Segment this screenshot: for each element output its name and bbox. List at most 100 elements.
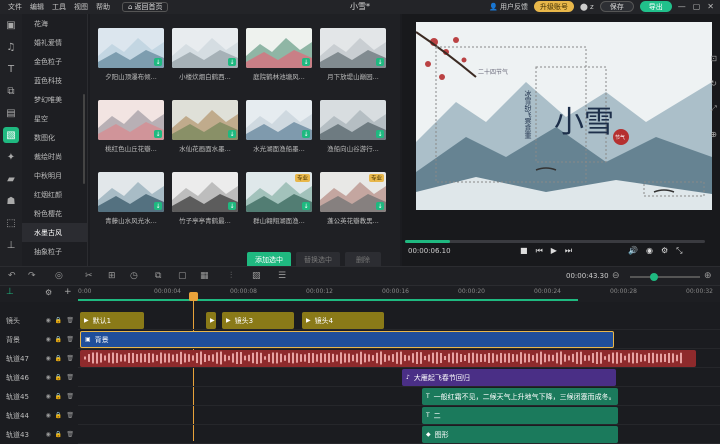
track-lane[interactable]: ♪ 大雁起飞春节回归 [78, 368, 720, 387]
track-lane[interactable]: ◆ 图形 [78, 425, 720, 444]
prev-frame-icon[interactable]: ⏮ [536, 246, 543, 256]
timeline-clip[interactable] [80, 350, 696, 367]
track-header[interactable]: 镜头 ◉ 🔒 🗑 [0, 311, 78, 330]
track-lane[interactable]: T二 [78, 406, 720, 425]
export-panel-icon[interactable]: ⊥ [0, 234, 22, 256]
layer-icon[interactable]: ☰ [278, 271, 286, 281]
export-button[interactable]: 导出 [639, 1, 672, 12]
template-thumbnail[interactable]: ↓ [172, 172, 238, 212]
download-icon[interactable]: ↓ [302, 130, 310, 138]
template-thumbnail[interactable]: ↓ [98, 28, 164, 68]
split-icon[interactable]: ◎ [55, 271, 63, 281]
track-header[interactable]: 轨道44 ◉ 🔒 🗑 [0, 406, 78, 425]
add-track-icon[interactable]: + [64, 287, 72, 297]
timeline-clip[interactable]: ▶ 默认1 [80, 312, 144, 329]
menu-help[interactable]: 帮助 [96, 2, 110, 12]
rotate-icon[interactable]: ↻ [710, 79, 717, 88]
save-button[interactable]: 保存 [599, 1, 634, 12]
category-item[interactable]: 粉色樱花 [22, 204, 87, 223]
playback-progress[interactable] [405, 240, 705, 243]
mosaic-icon[interactable]: ▦ [200, 271, 209, 281]
upgrade-button[interactable]: 升级账号 [533, 1, 574, 12]
download-icon[interactable]: ↓ [154, 130, 162, 138]
crop-tool-icon[interactable]: ⊞ [108, 271, 116, 281]
volume-icon[interactable]: 🔊 [628, 246, 638, 256]
trash-icon[interactable]: 🗑 [66, 374, 74, 381]
track-header[interactable]: 背景 ◉ 🔒 🗑 [0, 330, 78, 349]
track-header[interactable]: 轨道46 ◉ 🔒 🗑 [0, 368, 78, 387]
stop-icon[interactable]: ■ [520, 246, 528, 256]
template-thumbnail[interactable]: ↓ [172, 28, 238, 68]
zoom-slider-knob[interactable] [650, 273, 658, 281]
trash-icon[interactable]: 🗑 [66, 431, 74, 438]
category-item[interactable]: 抽象粒子 [22, 242, 87, 261]
trash-icon[interactable]: 🗑 [66, 317, 74, 324]
track-header[interactable]: 轨道47 ◉ 🔒 🗑 [0, 349, 78, 368]
speed-icon[interactable]: ◷ [130, 271, 138, 281]
timeline-clip[interactable]: ▶紫 [206, 312, 216, 329]
download-icon[interactable]: ↓ [154, 202, 162, 210]
download-icon[interactable]: ↓ [154, 58, 162, 66]
template-thumbnail[interactable]: ↓ 专业 [320, 172, 386, 212]
timeline-clip[interactable]: ▣ 背景 [80, 331, 614, 348]
character-icon[interactable]: ☗ [0, 190, 22, 212]
download-icon[interactable]: ↓ [228, 130, 236, 138]
timeline-clip[interactable]: T二 [422, 407, 618, 424]
expand-icon[interactable]: ⤡ [676, 246, 682, 256]
track-header[interactable]: 轨道43 ◉ 🔒 🗑 [0, 425, 78, 444]
trash-icon[interactable]: 🗑 [66, 336, 74, 343]
lock-icon[interactable]: 🔒 [55, 374, 62, 381]
home-button[interactable]: ⌂ 返回首页 [122, 2, 169, 12]
settings-icon[interactable]: ⚙ [661, 246, 668, 256]
category-item[interactable]: 红烟红颜 [22, 185, 87, 204]
track-lane[interactable]: T 一般红霜不见，二候天气上升地气下降，三候闭塞而成冬。 [78, 387, 720, 406]
filter-icon[interactable]: ⬚ [0, 212, 22, 234]
timeline-clip[interactable]: T 一般红霜不见，二候天气上升地气下降，三候闭塞而成冬。 [422, 388, 618, 405]
timeline-clip[interactable]: ▶ 镜头3 [222, 312, 294, 329]
track-lane[interactable]: ▣ 背景 [78, 330, 720, 349]
category-item[interactable]: 梦幻唯美 [22, 90, 87, 109]
undo-icon[interactable]: ↶ [8, 271, 16, 281]
trash-icon[interactable]: 🗑 [66, 393, 74, 400]
avatar[interactable]: ⬤ z [580, 3, 594, 11]
download-icon[interactable]: ↓ [302, 58, 310, 66]
lock-icon[interactable]: 🔒 [55, 317, 62, 324]
template-thumbnail[interactable]: ↓ [98, 172, 164, 212]
category-item[interactable]: 花海 [22, 14, 87, 33]
template-thumbnail[interactable]: ↓ [320, 28, 386, 68]
delete-icon[interactable]: ▢ [178, 271, 187, 281]
preview-canvas[interactable]: 小雪 冰雪纷飞寒意重 节气 二十四节气 [416, 22, 712, 210]
download-icon[interactable]: ↓ [228, 202, 236, 210]
menu-tools[interactable]: 工具 [52, 2, 66, 12]
minimize-icon[interactable]: — [678, 2, 686, 11]
freeze-icon[interactable]: ▨ [252, 271, 261, 281]
fullscreen-icon[interactable]: ⤢ [710, 104, 717, 114]
lock-icon[interactable]: 🔒 [55, 393, 62, 400]
text-icon[interactable]: T [0, 58, 22, 80]
visibility-icon[interactable]: ◉ [46, 393, 51, 400]
download-icon[interactable]: ↓ [228, 58, 236, 66]
visibility-icon[interactable]: ◉ [46, 431, 51, 438]
template-thumbnail[interactable]: ↓ [246, 100, 312, 140]
zoom-in-icon[interactable]: ⊕ [704, 271, 712, 281]
visibility-icon[interactable]: ◉ [46, 374, 51, 381]
download-icon[interactable]: ↓ [376, 58, 384, 66]
play-icon[interactable]: ▶ [551, 246, 557, 256]
trash-icon[interactable]: 🗑 [66, 355, 74, 362]
visibility-icon[interactable]: ◉ [46, 317, 51, 324]
visibility-icon[interactable]: ◉ [46, 355, 51, 362]
category-item[interactable]: 星空 [22, 109, 87, 128]
template-thumbnail[interactable]: ↓ [320, 100, 386, 140]
zoom-icon[interactable]: ⊕ [710, 130, 717, 139]
effect-icon[interactable]: ✦ [0, 146, 22, 168]
folder-icon[interactable]: ▰ [0, 168, 22, 190]
crop-icon[interactable]: ⊡ [710, 54, 717, 63]
download-icon[interactable]: ↓ [376, 202, 384, 210]
transition-icon[interactable]: ⧉ [0, 80, 22, 102]
timeline-marker-icon[interactable]: ⊥ [6, 287, 14, 297]
playhead-knob[interactable] [189, 292, 198, 301]
lock-icon[interactable]: 🔒 [55, 431, 62, 438]
template-icon[interactable]: ▧ [3, 127, 19, 143]
maximize-icon[interactable]: ▢ [693, 2, 701, 11]
category-item[interactable]: 数图化 [22, 128, 87, 147]
